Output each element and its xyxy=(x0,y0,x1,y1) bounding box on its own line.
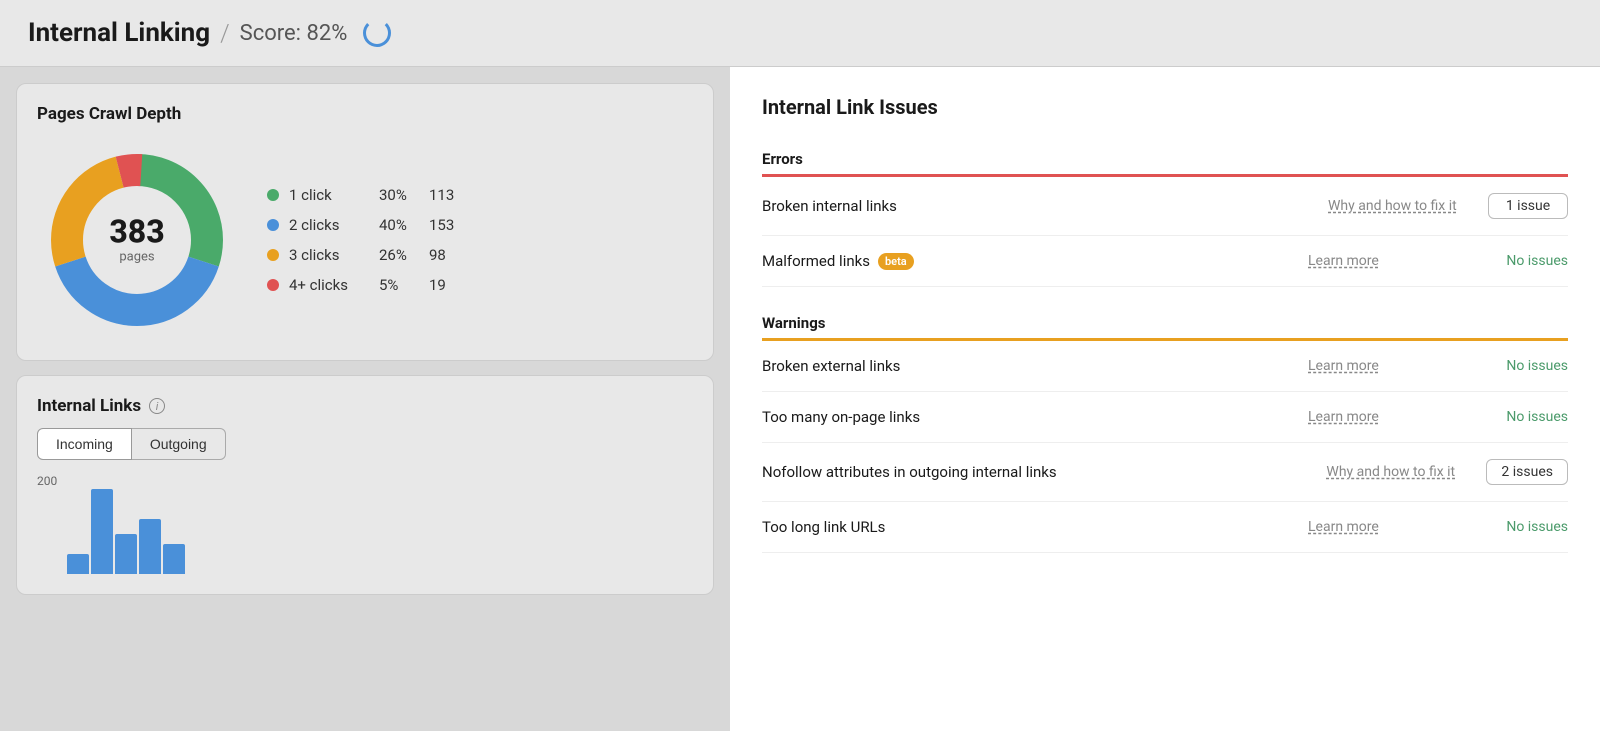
issue-link-too-many[interactable]: Learn more xyxy=(1308,409,1468,425)
score-label: Score: 82% xyxy=(240,21,348,46)
total-pages-number: 383 xyxy=(109,216,164,248)
issue-label-nofollow: Nofollow attributes in outgoing internal… xyxy=(762,463,1057,481)
issues-panel: Internal Link Issues Errors Broken inter… xyxy=(730,67,1600,731)
legend-label-1click: 1 click xyxy=(289,186,369,204)
bar-col-3 xyxy=(115,534,137,574)
legend-pct-2clicks: 40% xyxy=(379,216,419,234)
issue-name-long-urls: Too long link URLs xyxy=(762,518,1308,536)
legend-pct-4clicks: 5% xyxy=(379,276,419,294)
issue-label-malformed: Malformed links xyxy=(762,252,870,270)
legend-label-2clicks: 2 clicks xyxy=(289,216,369,234)
bar-col-1 xyxy=(67,554,89,574)
donut-chart: 383 pages xyxy=(37,140,237,340)
issue-label-broken-external: Broken external links xyxy=(762,357,900,375)
legend-count-4clicks: 19 xyxy=(429,276,446,294)
issue-link-long-urls[interactable]: Learn more xyxy=(1308,519,1468,535)
bar-col-4 xyxy=(139,519,161,574)
warnings-section-header: Warnings xyxy=(762,303,1568,338)
issue-name-broken-external: Broken external links xyxy=(762,357,1308,375)
legend-pct-1click: 30% xyxy=(379,186,419,204)
internal-links-header: Internal Links i xyxy=(37,396,693,416)
warnings-section: Warnings xyxy=(762,303,1568,341)
tab-outgoing[interactable]: Outgoing xyxy=(132,428,226,460)
issue-row-broken-internal: Broken internal links Why and how to fix… xyxy=(762,177,1568,236)
issue-status-too-many: No issues xyxy=(1468,409,1568,425)
legend-dot-3clicks xyxy=(267,249,279,261)
legend-dot-1click xyxy=(267,189,279,201)
errors-section-header: Errors xyxy=(762,139,1568,174)
issue-name-too-many: Too many on-page links xyxy=(762,408,1308,426)
errors-label: Errors xyxy=(762,150,803,168)
issue-link-nofollow[interactable]: Why and how to fix it xyxy=(1326,464,1486,480)
crawl-depth-legend: 1 click 30% 113 2 clicks 40% 153 3 click… xyxy=(267,186,454,294)
internal-links-title: Internal Links xyxy=(37,396,141,416)
legend-item-4clicks: 4+ clicks 5% 19 xyxy=(267,276,454,294)
donut-center: 383 pages xyxy=(109,216,164,265)
legend-item-1click: 1 click 30% 113 xyxy=(267,186,454,204)
legend-item-3clicks: 3 clicks 26% 98 xyxy=(267,246,454,264)
issue-link-broken-internal[interactable]: Why and how to fix it xyxy=(1328,198,1488,214)
legend-count-3clicks: 98 xyxy=(429,246,446,264)
legend-dot-4clicks xyxy=(267,279,279,291)
issue-name-nofollow: Nofollow attributes in outgoing internal… xyxy=(762,463,1326,481)
legend-label-3clicks: 3 clicks xyxy=(289,246,369,264)
tab-group: Incoming Outgoing xyxy=(37,428,693,460)
legend-item-2clicks: 2 clicks 40% 153 xyxy=(267,216,454,234)
issue-label-long-urls: Too long link URLs xyxy=(762,518,885,536)
issue-row-too-many: Too many on-page links Learn more No iss… xyxy=(762,392,1568,443)
issues-panel-title: Internal Link Issues xyxy=(762,95,1568,119)
score-loading-icon xyxy=(363,19,391,47)
issue-label-broken-internal: Broken internal links xyxy=(762,197,897,215)
issue-name-malformed: Malformed links beta xyxy=(762,252,1308,270)
legend-label-4clicks: 4+ clicks xyxy=(289,276,369,294)
beta-badge: beta xyxy=(878,253,914,270)
warnings-label: Warnings xyxy=(762,314,825,332)
crawl-depth-card: Pages Crawl Depth xyxy=(16,83,714,361)
issue-name-broken-internal: Broken internal links xyxy=(762,197,1328,215)
issue-row-broken-external: Broken external links Learn more No issu… xyxy=(762,341,1568,392)
legend-count-1click: 113 xyxy=(429,186,454,204)
page-title: Internal Linking xyxy=(28,18,210,48)
info-icon: i xyxy=(149,398,165,414)
legend-pct-3clicks: 26% xyxy=(379,246,419,264)
issue-status-broken-external: No issues xyxy=(1468,358,1568,374)
bar-chart: 200 xyxy=(37,474,693,574)
issue-row-nofollow: Nofollow attributes in outgoing internal… xyxy=(762,443,1568,502)
issue-badge-nofollow: 2 issues xyxy=(1486,459,1568,485)
issue-row-malformed: Malformed links beta Learn more No issue… xyxy=(762,236,1568,287)
issue-label-too-many: Too many on-page links xyxy=(762,408,920,426)
main-layout: Pages Crawl Depth xyxy=(0,67,1600,731)
page-header: Internal Linking / Score: 82% xyxy=(0,0,1600,67)
legend-count-2clicks: 153 xyxy=(429,216,454,234)
legend-dot-2clicks xyxy=(267,219,279,231)
bar-col-5 xyxy=(163,544,185,574)
total-pages-label: pages xyxy=(109,250,164,265)
internal-links-card: Internal Links i Incoming Outgoing 200 xyxy=(16,375,714,595)
bar-col-2 xyxy=(91,489,113,574)
bar-y-label: 200 xyxy=(37,474,57,488)
tab-incoming[interactable]: Incoming xyxy=(37,428,132,460)
issue-row-long-urls: Too long link URLs Learn more No issues xyxy=(762,502,1568,553)
header-divider: / xyxy=(220,19,230,47)
crawl-depth-title: Pages Crawl Depth xyxy=(37,104,693,124)
issue-status-long-urls: No issues xyxy=(1468,519,1568,535)
issue-link-broken-external[interactable]: Learn more xyxy=(1308,358,1468,374)
issue-badge-broken-internal: 1 issue xyxy=(1488,193,1568,219)
issue-link-malformed[interactable]: Learn more xyxy=(1308,253,1468,269)
left-panel: Pages Crawl Depth xyxy=(0,67,730,731)
crawl-depth-content: 383 pages 1 click 30% 113 2 clicks xyxy=(37,140,693,340)
issue-status-malformed: No issues xyxy=(1468,253,1568,269)
